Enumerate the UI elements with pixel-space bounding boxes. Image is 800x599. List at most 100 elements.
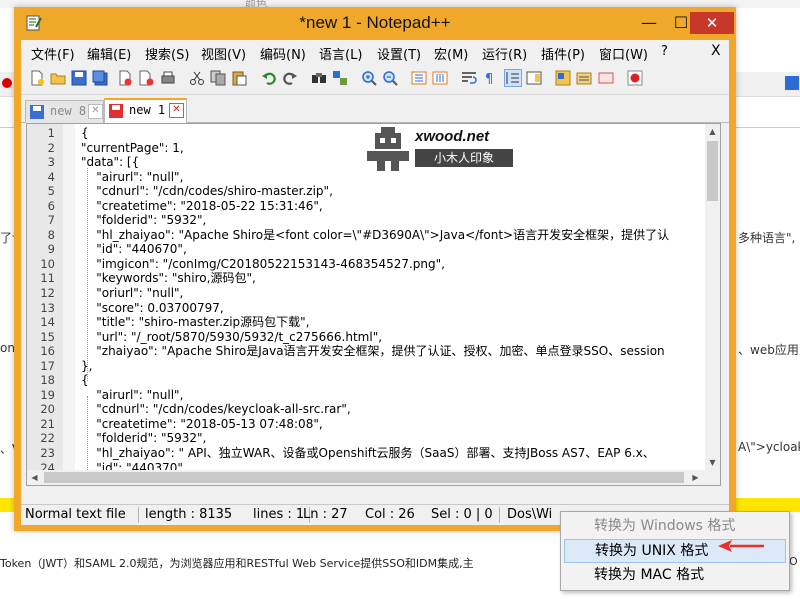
scroll-left-arrow-icon[interactable]: ◀: [27, 470, 42, 485]
vertical-scroll-thumb[interactable]: [707, 141, 718, 201]
code-line[interactable]: 8 "hl_zhaiyao": "Apache Shiro是<font colo…: [27, 228, 691, 243]
code-line[interactable]: 6 "createtime": "2018-05-22 15:31:46",: [27, 199, 691, 214]
code-line[interactable]: 21 "createtime": "2018-05-13 07:48:08",: [27, 417, 691, 432]
horizontal-scroll-thumb[interactable]: [44, 472, 684, 483]
code-line[interactable]: 22 "folderid": "5932",: [27, 431, 691, 446]
code-line[interactable]: 19 "airurl": "null",: [27, 388, 691, 403]
new-file-icon[interactable]: [29, 70, 45, 86]
code-line[interactable]: 1{: [27, 126, 691, 141]
tab-new-1[interactable]: new 1 ✕: [104, 98, 187, 124]
vertical-scrollbar[interactable]: ▲ ▼: [705, 124, 720, 470]
replace-icon[interactable]: [332, 70, 348, 86]
undo-icon[interactable]: [261, 70, 277, 86]
code-text[interactable]: {: [81, 373, 89, 388]
menu-search[interactable]: 搜索(S): [145, 44, 189, 63]
redo-icon[interactable]: [282, 70, 298, 86]
doc-map-icon[interactable]: [526, 70, 542, 86]
code-text[interactable]: "currentPage": 1,: [81, 141, 184, 156]
save-icon[interactable]: [71, 70, 87, 86]
code-line[interactable]: 5 "cdnurl": "/cdn/codes/shiro-master.zip…: [27, 184, 691, 199]
tab-new-8[interactable]: new 8 ✕: [25, 100, 104, 123]
code-line[interactable]: 2 "currentPage": 1,: [27, 141, 691, 156]
code-line[interactable]: 20 "cdnurl": "/cdn/codes/keycloak-all-sr…: [27, 402, 691, 417]
code-text[interactable]: "cdnurl": "/cdn/codes/shiro-master.zip",: [81, 184, 333, 199]
tab-close-icon[interactable]: ✕: [169, 103, 184, 118]
code-line[interactable]: 18 {: [27, 373, 691, 388]
code-text[interactable]: "oriurl": "null",: [81, 286, 183, 301]
sync-v-icon[interactable]: [411, 70, 427, 86]
menu-language[interactable]: 语言(L): [319, 44, 362, 63]
scroll-right-arrow-icon[interactable]: ▶: [688, 470, 703, 485]
code-text[interactable]: "folderid": "5932",: [81, 213, 206, 228]
function-list-icon[interactable]: [555, 70, 571, 86]
menu-encoding[interactable]: 编码(N): [260, 44, 306, 63]
code-text[interactable]: "zhaiyao": "Apache Shiro是Java语言开发安全框架，提供…: [81, 344, 664, 359]
copy-icon[interactable]: [210, 70, 226, 86]
code-line[interactable]: 11 "keywords": "shiro,源码包",: [27, 271, 691, 286]
code-line[interactable]: 23 "hl_zhaiyao": " API、独立WAR、设备或Openshif…: [27, 446, 691, 461]
code-text[interactable]: "createtime": "2018-05-22 15:31:46",: [81, 199, 322, 214]
code-line[interactable]: 4 "airurl": "null",: [27, 170, 691, 185]
paste-icon[interactable]: [231, 70, 247, 86]
document-close-button[interactable]: X: [711, 43, 721, 59]
code-line[interactable]: 15 "url": "/_root/5870/5930/5932/t_c2756…: [27, 330, 691, 345]
menu-settings[interactable]: 设置(T): [377, 44, 421, 63]
find-icon[interactable]: [311, 70, 327, 86]
indent-guide-icon[interactable]: [504, 69, 522, 87]
code-line[interactable]: 13 "score": 0.03700797,: [27, 301, 691, 316]
zoom-out-icon[interactable]: [382, 70, 398, 86]
menu-plugins[interactable]: 插件(P): [541, 44, 585, 63]
status-eol-format[interactable]: Dos\Wi: [507, 507, 552, 522]
menu-macro[interactable]: 宏(M): [434, 44, 468, 63]
menu-file[interactable]: 文件(F): [31, 44, 75, 63]
code-line[interactable]: 16 "zhaiyao": "Apache Shiro是Java语言开发安全框架…: [27, 344, 691, 359]
code-line[interactable]: 12 "oriurl": "null",: [27, 286, 691, 301]
close-all-icon[interactable]: [138, 70, 154, 86]
menu-edit[interactable]: 编辑(E): [87, 44, 131, 63]
zoom-in-icon[interactable]: [361, 70, 377, 86]
code-text[interactable]: "hl_zhaiyao": " API、独立WAR、设备或Openshift云服…: [81, 446, 655, 461]
title-bar[interactable]: *new 1 - Notepad++ — ☐ ✕: [14, 7, 736, 40]
code-line[interactable]: 17},: [27, 359, 691, 374]
menu-run[interactable]: 运行(R): [482, 44, 527, 63]
code-text[interactable]: "folderid": "5932",: [81, 431, 206, 446]
code-text[interactable]: "keywords": "shiro,源码包",: [81, 271, 256, 286]
menu-view[interactable]: 视图(V): [201, 44, 246, 63]
code-line[interactable]: 3 "data": [{: [27, 155, 691, 170]
tab-close-icon[interactable]: ✕: [88, 104, 103, 119]
open-file-icon[interactable]: [50, 70, 66, 86]
code-text[interactable]: "imgicon": "/conImg/C20180522153143-4683…: [81, 257, 445, 272]
code-lines[interactable]: 1{2 "currentPage": 1, 3 "data": [{4 "airurl…: [27, 126, 691, 485]
folder-workspace-icon[interactable]: [576, 70, 592, 86]
code-line[interactable]: 7 "folderid": "5932",: [27, 213, 691, 228]
save-all-icon[interactable]: [92, 70, 108, 86]
menu-item-convert-windows[interactable]: 转换为 Windows 格式: [564, 515, 784, 537]
horizontal-scrollbar[interactable]: ◀ ▶: [27, 470, 705, 485]
sync-h-icon[interactable]: [432, 70, 448, 86]
code-line[interactable]: 14 "title": "shiro-master.zip源码包下载",: [27, 315, 691, 330]
code-text[interactable]: "cdnurl": "/cdn/codes/keycloak-all-src.r…: [81, 402, 350, 417]
window-close-button[interactable]: ✕: [690, 12, 734, 34]
code-text[interactable]: "airurl": "null",: [81, 388, 183, 403]
menu-window[interactable]: 窗口(W): [599, 44, 648, 63]
monitor-icon[interactable]: [598, 70, 614, 86]
word-wrap-icon[interactable]: [461, 70, 477, 86]
code-text[interactable]: "createtime": "2018-05-13 07:48:08",: [81, 417, 322, 432]
code-text[interactable]: "url": "/_root/5870/5930/5932/t_c275666.…: [81, 330, 382, 345]
code-text[interactable]: "score": 0.03700797,: [81, 301, 224, 316]
menu-help[interactable]: ?: [661, 44, 668, 59]
code-text[interactable]: "title": "shiro-master.zip源码包下载",: [81, 315, 309, 330]
scroll-up-arrow-icon[interactable]: ▲: [705, 124, 720, 139]
minimize-button[interactable]: —: [634, 12, 664, 34]
code-text[interactable]: "id": "440670",: [81, 242, 187, 257]
code-text[interactable]: },: [81, 359, 92, 374]
menu-item-convert-mac[interactable]: 转换为 MAC 格式: [564, 564, 784, 586]
code-text[interactable]: "data": [{: [81, 155, 139, 170]
code-line[interactable]: 10 "imgicon": "/conImg/C20180522153143-4…: [27, 257, 691, 272]
print-icon[interactable]: [160, 70, 176, 86]
code-text[interactable]: {: [81, 126, 89, 141]
code-text[interactable]: "hl_zhaiyao": "Apache Shiro是<font color=…: [81, 228, 669, 243]
code-line[interactable]: 9 "id": "440670",: [27, 242, 691, 257]
code-text[interactable]: "airurl": "null",: [81, 170, 183, 185]
show-all-chars-icon[interactable]: ¶: [482, 70, 498, 86]
